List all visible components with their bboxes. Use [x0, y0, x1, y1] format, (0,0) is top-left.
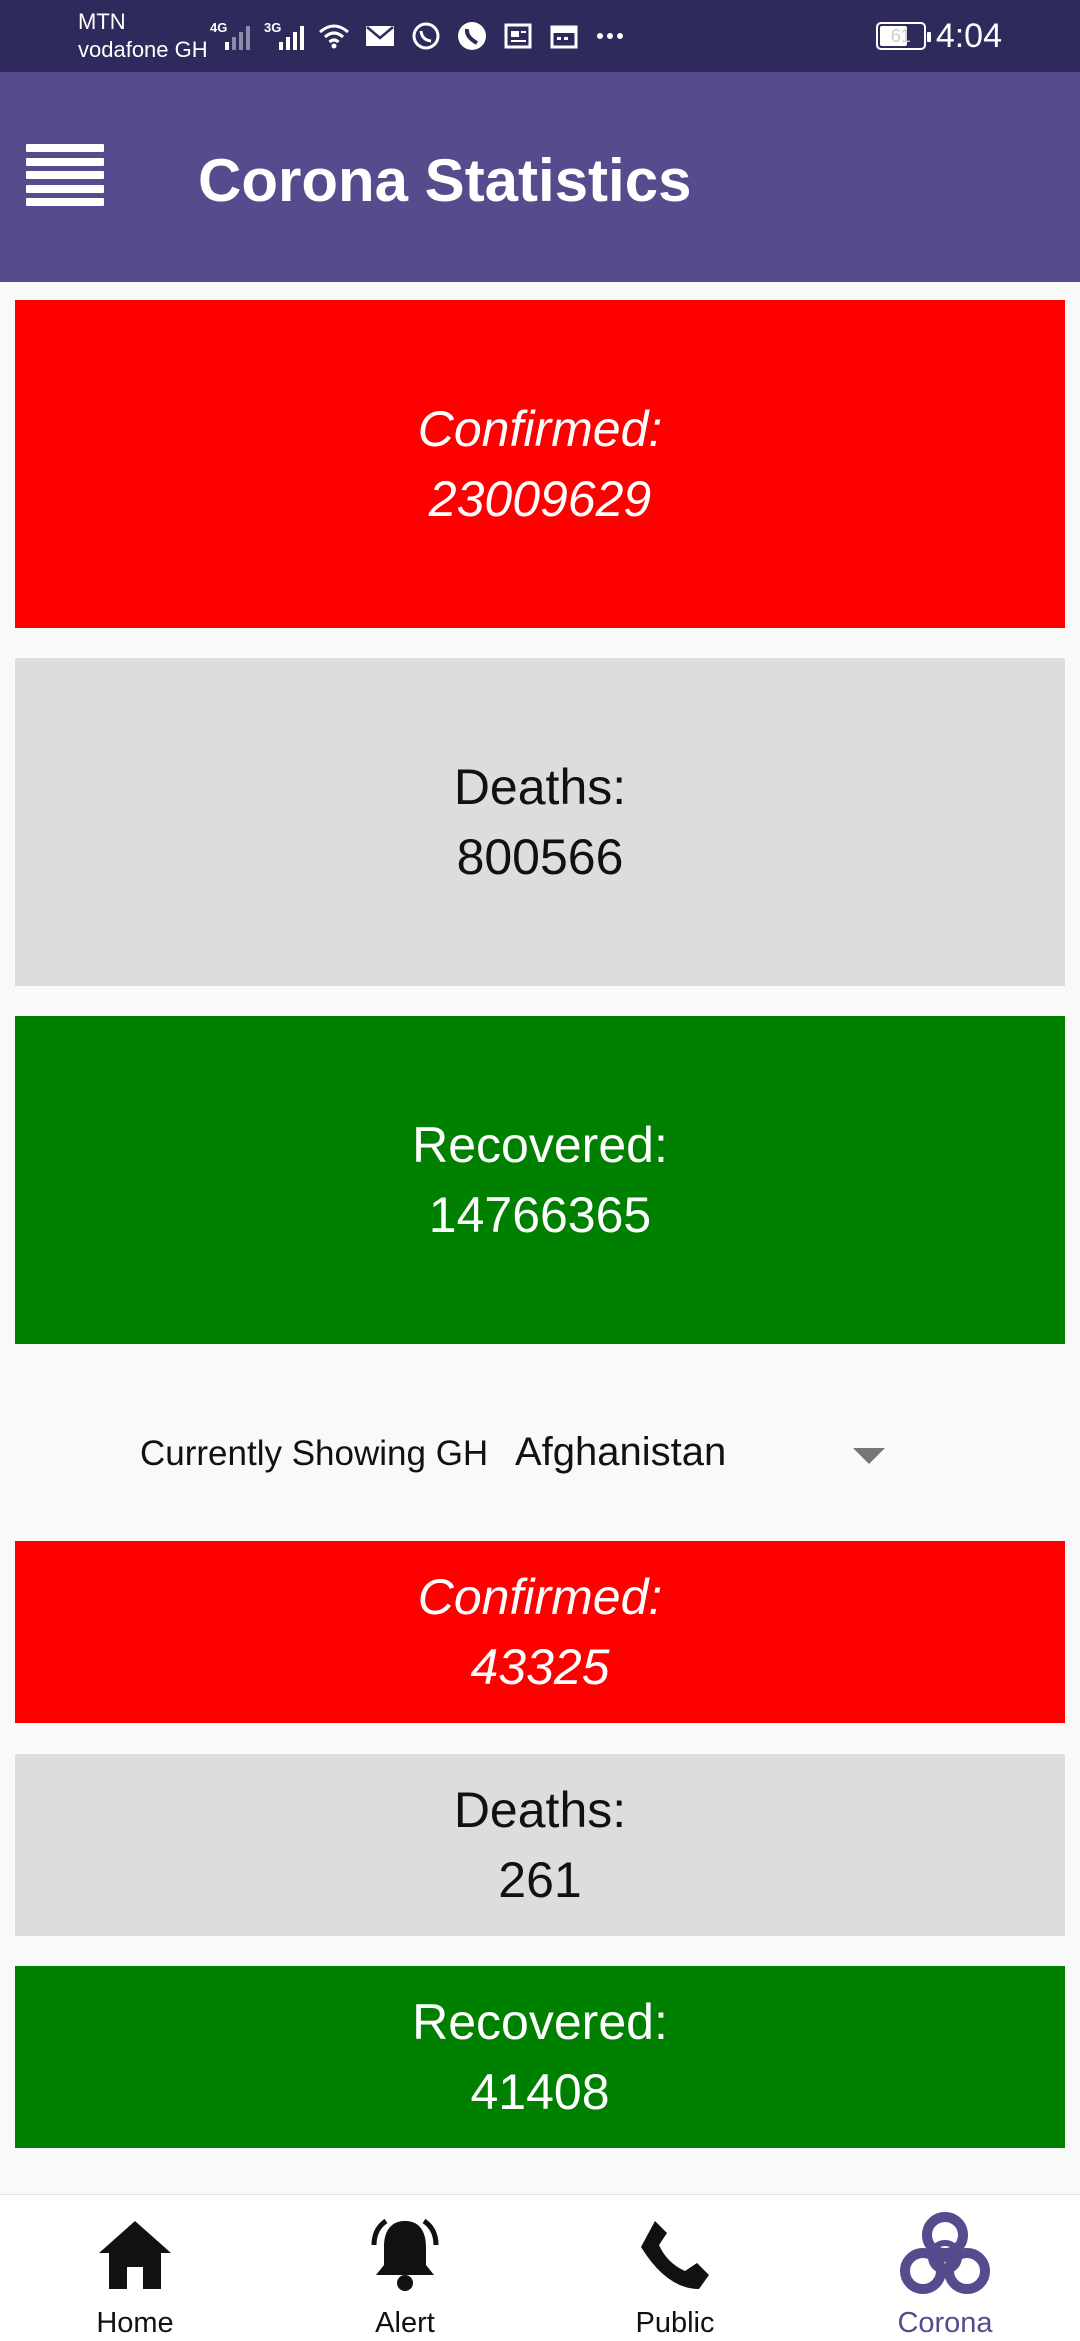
battery-level: 61: [890, 25, 911, 46]
status-bar: MTN vodafone GH 4G 3G 61 4:04: [0, 0, 1080, 72]
country-dropdown[interactable]: Afghanistan: [515, 1424, 895, 1486]
country-deaths-value: 261: [498, 1852, 582, 1908]
more-icon: [594, 20, 626, 52]
country-confirmed-label: Confirmed:: [417, 1569, 663, 1625]
news-icon: [502, 20, 534, 52]
global-recovered-value: 14766365: [428, 1187, 652, 1243]
carrier-name-1: MTN: [78, 9, 126, 34]
global-recovered-label: Recovered:: [412, 1117, 668, 1173]
global-recovered-card: Recovered: 14766365: [15, 1016, 1065, 1344]
country-confirmed-card: Confirmed: 43325: [15, 1541, 1065, 1723]
global-confirmed-value: 23009629: [428, 471, 652, 527]
country-confirmed-value: 43325: [470, 1639, 610, 1695]
global-deaths-card: Deaths: 800566: [15, 658, 1065, 986]
status-icons: 4G 3G: [210, 16, 626, 56]
app-bar: Corona Statistics: [0, 72, 1080, 282]
global-deaths-value: 800566: [456, 829, 624, 885]
global-confirmed-card: Confirmed: 23009629: [15, 300, 1065, 628]
biohazard-icon: [895, 2205, 995, 2305]
selected-country: Afghanistan: [515, 1430, 727, 1474]
currently-showing-label: Currently Showing GH: [140, 1434, 489, 1473]
country-selector-row: Currently Showing GH Afghanistan: [0, 1400, 1080, 1510]
wifi-icon: [318, 20, 350, 52]
signal-icon: 3G: [264, 20, 304, 52]
nav-alert[interactable]: Alert: [270, 2195, 540, 2341]
phone-icon: [456, 20, 488, 52]
country-recovered-value: 41408: [470, 2064, 610, 2120]
country-deaths-card: Deaths: 261: [15, 1754, 1065, 1936]
nav-corona[interactable]: Corona: [810, 2195, 1080, 2341]
calendar-icon: [548, 20, 580, 52]
phone-icon: [625, 2205, 725, 2305]
nav-home-label: Home: [96, 2307, 174, 2339]
status-right: 61 4:04: [875, 14, 1002, 58]
hamburger-menu-icon[interactable]: [26, 144, 104, 206]
dropdown-arrow-icon: [853, 1448, 885, 1464]
carrier-info: MTN vodafone GH: [78, 8, 208, 64]
nav-public[interactable]: Public: [540, 2195, 810, 2341]
nav-public-label: Public: [635, 2307, 715, 2339]
clock: 4:04: [935, 16, 1002, 55]
global-confirmed-label: Confirmed:: [417, 401, 663, 457]
signal-icon: 4G: [210, 20, 250, 52]
carrier-name-2: vodafone GH: [78, 37, 208, 62]
page-title: Corona Statistics: [198, 147, 692, 214]
battery-icon: 61: [875, 22, 931, 50]
bell-icon: [355, 2205, 455, 2305]
country-recovered-card: Recovered: 41408: [15, 1966, 1065, 2148]
country-deaths-label: Deaths:: [453, 1782, 627, 1838]
nav-corona-label: Corona: [897, 2307, 993, 2339]
mail-icon: [364, 20, 396, 52]
whatsapp-icon: [410, 20, 442, 52]
nav-home[interactable]: Home: [0, 2195, 270, 2341]
country-recovered-label: Recovered:: [412, 1994, 668, 2050]
nav-alert-label: Alert: [375, 2307, 435, 2339]
bottom-navigation: Home Alert Public Corona: [0, 2194, 1080, 2341]
global-deaths-label: Deaths:: [453, 759, 627, 815]
home-icon: [85, 2205, 185, 2305]
